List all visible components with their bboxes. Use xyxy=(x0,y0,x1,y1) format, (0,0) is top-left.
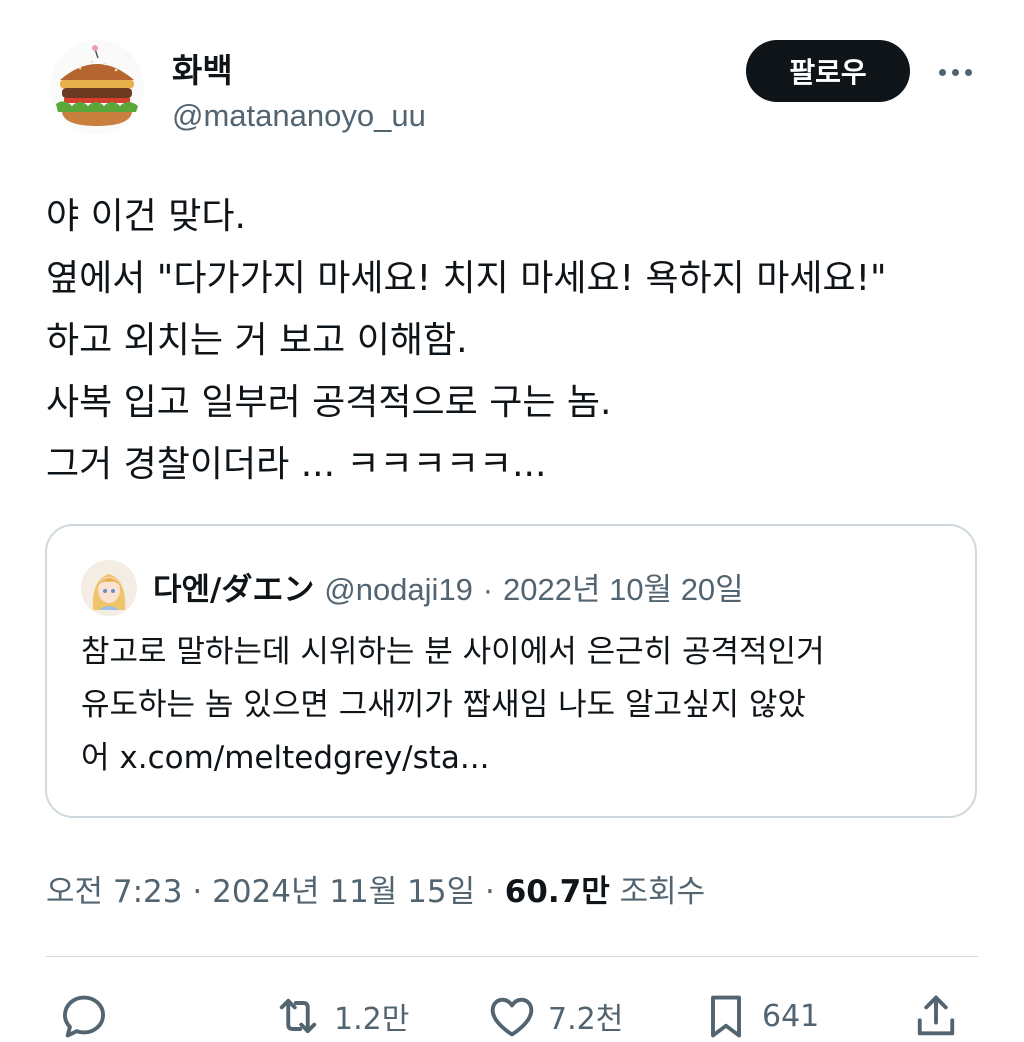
tweet-line: 야 이건 맞다. xyxy=(46,196,246,237)
like-count: 7.2천 xyxy=(548,1002,624,1037)
reply-icon xyxy=(62,995,106,1038)
tweet-line: 그거 경찰이더라 ... ㅋㅋㅋㅋㅋ... xyxy=(46,444,547,485)
bookmark-icon xyxy=(711,995,741,1038)
retweet-count: 1.2만 xyxy=(334,1002,410,1037)
bookmark-button[interactable]: 641 xyxy=(700,990,819,1042)
action-bar: 1.2만 7.2천 641 xyxy=(0,990,1024,1040)
author-avatar[interactable] xyxy=(50,40,144,134)
quote-text: 참고로 말하는데 시위하는 분 사이에서 은근히 공격적인거 유도하는 놈 있으… xyxy=(81,626,951,785)
quote-tweet-card[interactable]: 다엔/ダエン @nodaji19 · 2022년 10월 20일 참고로 말하는… xyxy=(45,524,977,818)
quote-header: 다엔/ダエン @nodaji19 · 2022년 10월 20일 xyxy=(153,564,744,609)
follow-button[interactable]: 팔로우 xyxy=(746,40,910,102)
quote-line: 유도하는 놈 있으면 그새끼가 짭새임 나도 알고싶지 않았 xyxy=(81,687,806,723)
quote-handle[interactable]: @nodaji19 xyxy=(324,572,473,607)
tweet-line: 옆에서 "다가가지 마세요! 치지 마세요! 욕하지 마세요!" xyxy=(46,258,887,299)
tweet-line: 사복 입고 일부러 공격적으로 구는 놈. xyxy=(46,382,612,423)
heart-icon xyxy=(490,997,534,1037)
bookmark-count: 641 xyxy=(762,998,820,1034)
tweet-meta: 오전 7:23 · 2024년 11월 15일 · 60.7만 조회수 xyxy=(46,866,705,911)
divider xyxy=(46,956,978,957)
quote-author-avatar[interactable] xyxy=(81,560,137,616)
dot xyxy=(951,68,959,76)
tweet-date[interactable]: 2024년 11월 15일 xyxy=(212,874,475,910)
tweet-text: 야 이건 맞다. 옆에서 "다가가지 마세요! 치지 마세요! 욕하지 마세요!… xyxy=(46,186,996,496)
anime-avatar-icon xyxy=(81,560,137,616)
share-button[interactable] xyxy=(910,990,962,1042)
separator: · xyxy=(485,874,495,910)
quote-date[interactable]: 2022년 10월 20일 xyxy=(503,572,744,607)
more-options-icon[interactable] xyxy=(930,58,980,86)
author-display-name[interactable]: 화백 xyxy=(172,44,233,92)
dot xyxy=(938,68,946,76)
share-icon xyxy=(917,995,955,1036)
hamburger-icon xyxy=(50,40,144,134)
quote-line: 어 x.com/meltedgrey/sta... xyxy=(81,740,490,776)
separator: · xyxy=(482,572,494,607)
tweet-time[interactable]: 오전 7:23 xyxy=(46,874,183,910)
quote-line: 참고로 말하는데 시위하는 분 사이에서 은근히 공격적인거 xyxy=(81,634,825,670)
like-button[interactable]: 7.2천 xyxy=(486,990,623,1042)
reply-button[interactable] xyxy=(58,990,120,1042)
retweet-icon xyxy=(279,998,317,1034)
view-count: 60.7만 xyxy=(504,874,610,910)
dot xyxy=(964,68,972,76)
quote-display-name[interactable]: 다엔/ダエン xyxy=(153,572,314,608)
separator: · xyxy=(192,874,203,910)
view-count-label: 조회수 xyxy=(619,874,706,910)
tweet-line: 하고 외치는 거 보고 이해함. xyxy=(46,320,468,361)
author-handle[interactable]: @matananoyo_uu xyxy=(172,98,426,134)
retweet-button[interactable]: 1.2만 xyxy=(272,990,409,1042)
